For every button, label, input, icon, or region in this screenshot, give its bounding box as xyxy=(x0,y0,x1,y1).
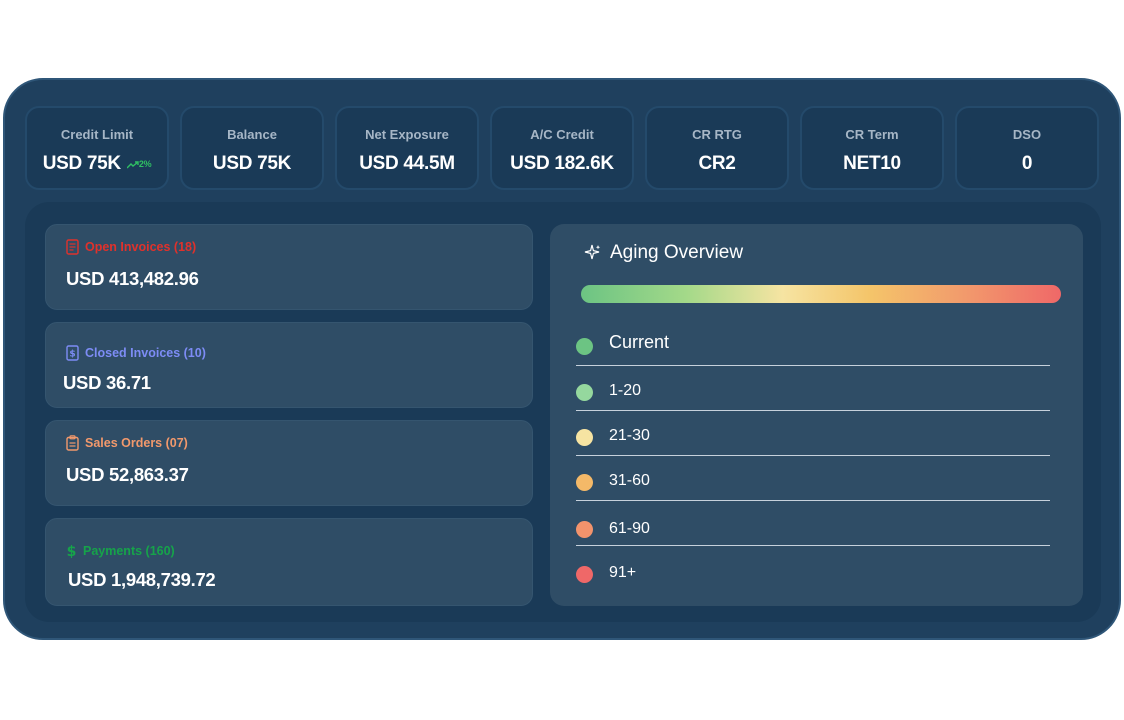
card-title: Open Invoices (18) xyxy=(66,239,196,255)
metric-balance[interactable]: Balance USD 75K xyxy=(180,106,324,190)
clipboard-icon xyxy=(66,435,79,451)
metric-label: Credit Limit xyxy=(60,127,134,142)
document-icon xyxy=(66,239,79,255)
metric-credit-limit[interactable]: Credit Limit USD 75K 2% xyxy=(25,106,169,190)
metric-value: USD 75K xyxy=(212,153,292,174)
aging-bucket-1-20[interactable]: 1-20 xyxy=(576,366,1050,411)
metric-ac-credit[interactable]: A/C Credit USD 182.6K xyxy=(490,106,634,190)
aging-bucket-61-90[interactable]: 61-90 xyxy=(576,501,1050,546)
metric-net-exposure[interactable]: Net Exposure USD 44.5M xyxy=(335,106,479,190)
dollar-icon: $ xyxy=(67,544,77,559)
card-title: Sales Orders (07) xyxy=(66,435,188,451)
aging-header: Aging Overview xyxy=(584,242,743,264)
aging-overview-card: Aging Overview Current 1-20 21-30 31-60 xyxy=(550,224,1083,606)
metric-label: A/C Credit xyxy=(530,127,594,142)
aging-bucket-current[interactable]: Current xyxy=(576,321,1050,366)
metric-cr-term[interactable]: CR Term NET10 xyxy=(800,106,944,190)
sales-orders-label: Sales Orders (07) xyxy=(85,436,188,450)
sales-orders-amount: USD 52,863.37 xyxy=(66,464,189,485)
trend-badge: 2% xyxy=(126,158,152,169)
metric-value: USD 75K 2% xyxy=(27,153,167,175)
bucket-color-dot xyxy=(576,384,593,401)
credit-limit-value: USD 75K xyxy=(42,153,121,174)
aging-bucket-21-30[interactable]: 21-30 xyxy=(576,411,1050,456)
bucket-color-dot xyxy=(576,566,593,583)
closed-invoices-amount: USD 36.71 xyxy=(63,372,151,393)
bucket-label: 1-20 xyxy=(609,382,642,399)
metric-dso[interactable]: DSO 0 xyxy=(955,106,1099,190)
bucket-label: 21-30 xyxy=(609,427,650,444)
bucket-label: Current xyxy=(609,332,670,352)
account-summary-panel: Credit Limit USD 75K 2% Balance USD 75K N… xyxy=(3,78,1121,640)
aging-bucket-31-60[interactable]: 31-60 xyxy=(576,456,1050,501)
svg-text:$: $ xyxy=(69,350,75,360)
open-invoices-amount: USD 413,482.96 xyxy=(66,268,199,289)
bucket-color-dot xyxy=(576,338,593,355)
metric-value: NET10 xyxy=(843,153,901,174)
card-title: $ Closed Invoices (10) xyxy=(66,345,206,361)
receipt-icon: $ xyxy=(66,345,79,361)
card-title: $ Payments (160) xyxy=(66,543,175,559)
metric-label: CR RTG xyxy=(692,127,742,142)
metric-value: CR2 xyxy=(698,153,736,174)
bucket-label: 31-60 xyxy=(609,472,650,489)
svg-text:$: $ xyxy=(67,544,77,559)
aging-gradient-bar xyxy=(581,285,1061,303)
sparkle-icon xyxy=(584,244,601,260)
bucket-label: 91+ xyxy=(609,564,637,581)
aging-title: Aging Overview xyxy=(610,242,744,263)
metric-label: Net Exposure xyxy=(365,127,449,142)
metric-label: Balance xyxy=(227,127,277,142)
bucket-color-dot xyxy=(576,474,593,491)
bucket-color-dot xyxy=(576,521,593,538)
metrics-row: Credit Limit USD 75K 2% Balance USD 75K N… xyxy=(25,106,1101,190)
bucket-color-dot xyxy=(576,429,593,446)
trend-up-icon xyxy=(126,160,139,169)
bucket-label: 61-90 xyxy=(609,520,650,537)
metric-value: USD 44.5M xyxy=(359,153,455,174)
closed-invoices-card[interactable]: $ Closed Invoices (10) USD 36.71 xyxy=(45,322,533,408)
payments-label: Payments (160) xyxy=(83,544,175,558)
metric-cr-rtg[interactable]: CR RTG CR2 xyxy=(645,106,789,190)
closed-invoices-label: Closed Invoices (10) xyxy=(85,346,206,360)
sales-orders-card[interactable]: Sales Orders (07) USD 52,863.37 xyxy=(45,420,533,506)
metric-value: USD 182.6K xyxy=(510,153,614,174)
metric-label: DSO xyxy=(1012,127,1042,142)
metric-label: CR Term xyxy=(845,127,899,142)
payments-amount: USD 1,948,739.72 xyxy=(68,569,216,590)
payments-card[interactable]: $ Payments (160) USD 1,948,739.72 xyxy=(45,518,533,606)
aging-bucket-91-plus[interactable]: 91+ xyxy=(576,546,1050,591)
open-invoices-card[interactable]: Open Invoices (18) USD 413,482.96 xyxy=(45,224,533,310)
details-panel: Open Invoices (18) USD 413,482.96 $ Clos… xyxy=(25,202,1101,622)
metric-value: 0 xyxy=(1021,153,1033,174)
open-invoices-label: Open Invoices (18) xyxy=(85,240,197,254)
trend-value: 2% xyxy=(138,158,152,169)
